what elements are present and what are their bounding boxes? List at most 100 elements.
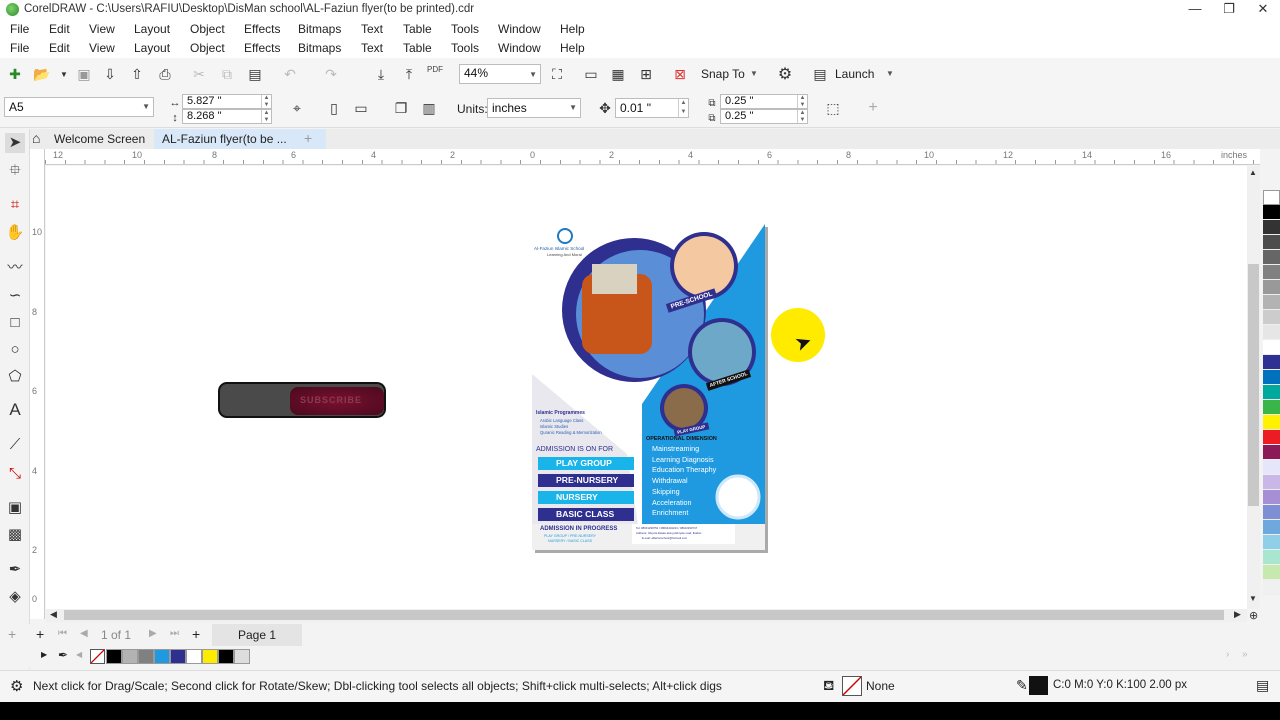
shape-tool-icon[interactable]: ⯐ [5, 161, 25, 181]
rectangle-tool-icon[interactable]: □ [5, 313, 25, 333]
maximize-button[interactable]: ❐ [1212, 0, 1246, 19]
document-palette-swatch[interactable] [202, 649, 218, 664]
undo-icon[interactable]: ↶ [281, 65, 299, 83]
text-tool-icon[interactable]: A [5, 400, 25, 420]
horizontal-scroll-thumb[interactable] [64, 610, 1224, 620]
menu-tools[interactable]: Tools [451, 41, 479, 55]
tab-document[interactable]: AL-Faziun flyer(to be ... [162, 132, 287, 146]
palette-swatch[interactable] [1263, 415, 1280, 430]
document-palette-swatch[interactable] [154, 649, 170, 664]
flyer-page[interactable]: Al-Faziun Islamic School Learning And Mo… [532, 224, 765, 550]
document-palette-scroll-left-icon[interactable]: ◀ [76, 650, 82, 659]
all-pages-icon[interactable]: ❐ [392, 99, 410, 117]
palette-swatch[interactable] [1263, 550, 1280, 565]
menu-file[interactable]: File [10, 41, 29, 55]
document-palette-options-icon[interactable]: » [1242, 649, 1248, 660]
document-palette-expand-icon[interactable]: ▶ [41, 650, 47, 659]
palette-swatch[interactable] [1263, 580, 1280, 595]
palette-swatch[interactable] [1263, 310, 1280, 325]
zoom-to-page-icon[interactable]: ⛶ [548, 65, 566, 83]
menu-item-view[interactable]: View [89, 22, 115, 36]
parallel-dimension-icon[interactable]: ⟋ [5, 435, 25, 455]
menu-edit[interactable]: Edit [49, 41, 70, 55]
document-palette-swatch[interactable] [106, 649, 122, 664]
alignment-guides-icon[interactable]: ⊠ [671, 65, 689, 83]
vertical-scrollbar[interactable]: ▲ ▼ [1247, 166, 1260, 609]
document-palette-swatch[interactable] [186, 649, 202, 664]
color-management-icon[interactable]: ▤ [1256, 677, 1269, 694]
status-settings-gear-icon[interactable]: ⚙ [10, 677, 23, 695]
transparency-icon[interactable]: ▩ [5, 525, 25, 545]
snap-to-label[interactable]: Snap To [701, 67, 745, 81]
current-page-icon[interactable]: ▥ [420, 99, 438, 117]
next-page-icon[interactable]: ▶ [149, 628, 157, 639]
close-button[interactable]: ✕ [1246, 0, 1280, 19]
menu-item-layout[interactable]: Layout [134, 22, 170, 36]
interactive-fill-icon[interactable]: ◈ [5, 587, 25, 607]
snap-to-dropdown-icon[interactable]: ▼ [750, 69, 758, 78]
export-icon[interactable]: ⤒ [400, 65, 418, 83]
outline-color-swatch[interactable] [1029, 676, 1048, 695]
polygon-tool-icon[interactable]: ⬠ [5, 367, 25, 387]
scroll-left-icon[interactable]: ◀ [50, 609, 57, 620]
save-icon[interactable]: ▣ [75, 65, 93, 83]
first-page-icon[interactable]: ⏮ [58, 628, 67, 639]
zoom-level-field[interactable]: 44% ▼ [459, 64, 541, 84]
palette-swatch[interactable] [1263, 205, 1280, 220]
cut-icon[interactable]: ✂ [190, 65, 208, 83]
menu-window[interactable]: Window [498, 41, 541, 55]
page-height-field[interactable]: 8.268 " ▲ ▼ [182, 109, 272, 124]
connector-tool-icon[interactable]: ⤡ [5, 464, 25, 484]
menu-item-window[interactable]: Window [498, 22, 541, 36]
export-pdf-icon[interactable]: PDF [427, 65, 443, 74]
menu-object[interactable]: Object [190, 41, 225, 55]
palette-swatch[interactable] [1263, 355, 1280, 370]
vertical-ruler[interactable]: 10 8 6 4 2 0 [30, 149, 45, 619]
redo-icon[interactable]: ↷ [322, 65, 340, 83]
add-preset-icon[interactable]: + [864, 99, 882, 117]
palette-swatch[interactable] [1263, 565, 1280, 580]
palette-swatch[interactable] [1263, 505, 1280, 520]
palette-swatch[interactable] [1263, 250, 1280, 265]
menu-item-effects[interactable]: Effects [244, 22, 280, 36]
color-palette[interactable] [1263, 190, 1280, 595]
fill-color-swatch[interactable] [842, 676, 862, 696]
new-document-icon[interactable]: ✚ [6, 65, 24, 83]
page-tab[interactable]: Page 1 [238, 628, 276, 642]
print-icon[interactable]: ⎙ [156, 65, 174, 83]
menu-effects[interactable]: Effects [244, 41, 280, 55]
palette-swatch[interactable] [1263, 400, 1280, 415]
open-icon[interactable]: 📂 [33, 65, 51, 83]
palette-swatch[interactable] [1263, 520, 1280, 535]
palette-swatch[interactable] [1263, 235, 1280, 250]
palette-swatch[interactable] [1263, 535, 1280, 550]
options-gear-icon[interactable]: ⚙ [776, 65, 794, 83]
subscribe-graphic[interactable]: SUBSCRIBE [218, 382, 386, 418]
palette-no-color-swatch[interactable] [1263, 190, 1280, 205]
menu-layout[interactable]: Layout [134, 41, 170, 55]
horizontal-scrollbar[interactable]: ◀ ▶ [46, 609, 1247, 622]
full-screen-preview-icon[interactable]: ▭ [582, 65, 600, 83]
menu-item-tools[interactable]: Tools [451, 22, 479, 36]
vertical-scroll-thumb[interactable] [1248, 264, 1259, 506]
document-palette-swatch[interactable] [234, 649, 250, 664]
drop-shadow-icon[interactable]: ▣ [5, 498, 25, 518]
pick-tool-icon[interactable]: ➤ [5, 133, 25, 153]
show-grid-icon[interactable]: ▦ [609, 65, 627, 83]
page-width-field[interactable]: 5.827 " ▲ ▼ [182, 94, 272, 109]
launch-icon[interactable]: ▤ [811, 65, 829, 83]
eyedropper-icon[interactable]: ✒ [5, 560, 25, 580]
scroll-up-icon[interactable]: ▲ [1249, 168, 1257, 177]
nudge-distance-field[interactable]: 0.01 " ▲ ▼ [615, 98, 689, 118]
open-dropdown-icon[interactable]: ▼ [55, 65, 73, 83]
palette-swatch[interactable] [1263, 325, 1280, 340]
freehand-tool-icon[interactable]: 〰 [5, 258, 25, 278]
cloud-download-icon[interactable]: ⇩ [101, 65, 119, 83]
previous-page-icon[interactable]: ◀ [80, 628, 88, 639]
menu-help[interactable]: Help [560, 41, 585, 55]
landscape-icon[interactable]: ▭ [352, 99, 370, 117]
zoom-navigator-icon[interactable]: ⊕ [1249, 609, 1258, 622]
document-palette-no-color[interactable] [90, 649, 105, 664]
scroll-right-icon[interactable]: ▶ [1234, 609, 1241, 620]
palette-swatch[interactable] [1263, 295, 1280, 310]
